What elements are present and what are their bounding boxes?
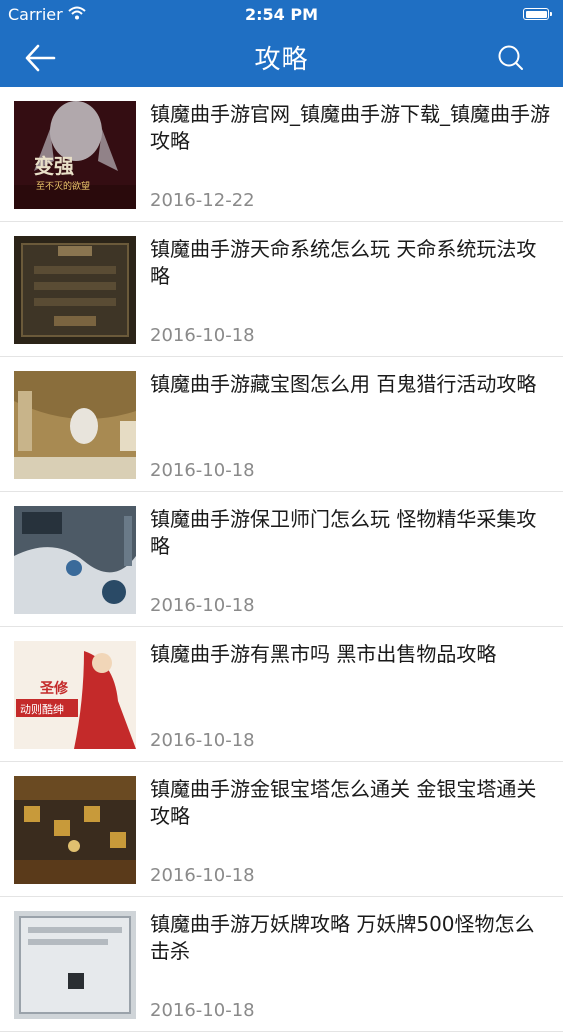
article-list: 变强 至不灭的欲望 镇魔曲手游官网_镇魔曲手游下载_镇魔曲手游攻略 2016-1…: [0, 87, 563, 1032]
article-thumbnail: [14, 776, 136, 884]
battery-icon: [523, 8, 552, 20]
app-header: Carrier 2:54 PM 攻略: [0, 0, 563, 87]
article-date: 2016-10-18: [150, 460, 255, 481]
article-thumbnail: 变强 至不灭的欲望: [14, 101, 136, 209]
article-item[interactable]: 镇魔曲手游万妖牌攻略 万妖牌500怪物怎么击杀 2016-10-18: [0, 897, 563, 1032]
article-thumbnail: [14, 506, 136, 614]
article-date: 2016-10-18: [150, 595, 255, 616]
article-title: 镇魔曲手游万妖牌攻略 万妖牌500怪物怎么击杀: [150, 912, 535, 963]
article-title: 镇魔曲手游有黑市吗 黑市出售物品攻略: [150, 642, 497, 666]
article-date: 2016-10-18: [150, 325, 255, 346]
article-date: 2016-10-18: [150, 865, 255, 886]
article-item[interactable]: 镇魔曲手游天命系统怎么玩 天命系统玩法攻略 2016-10-18: [0, 222, 563, 357]
article-title: 镇魔曲手游金银宝塔怎么通关 金银宝塔通关攻略: [150, 777, 537, 828]
article-thumbnail: [14, 911, 136, 1019]
search-button[interactable]: [491, 38, 531, 78]
article-item[interactable]: 镇魔曲手游保卫师门怎么玩 怪物精华采集攻略 2016-10-18: [0, 492, 563, 627]
article-title: 镇魔曲手游保卫师门怎么玩 怪物精华采集攻略: [150, 507, 537, 558]
thumb-subtitle-text: 至不灭的欲望: [36, 180, 90, 192]
article-item[interactable]: 圣修 动则酷绅 镇魔曲手游有黑市吗 黑市出售物品攻略 2016-10-18: [0, 627, 563, 762]
article-date: 2016-10-18: [150, 1000, 255, 1021]
article-title: 镇魔曲手游官网_镇魔曲手游下载_镇魔曲手游攻略: [150, 102, 550, 153]
nav-bar: 攻略: [0, 30, 563, 87]
article-thumbnail: [14, 371, 136, 479]
thumb-title-text: 圣修: [39, 680, 69, 697]
article-item[interactable]: 变强 至不灭的欲望 镇魔曲手游官网_镇魔曲手游下载_镇魔曲手游攻略 2016-1…: [0, 87, 563, 222]
search-icon: [498, 45, 523, 70]
thumb-title-text: 变强: [34, 154, 74, 178]
article-thumbnail: [14, 236, 136, 344]
status-time: 2:54 PM: [244, 5, 318, 24]
status-bar: Carrier 2:54 PM: [0, 0, 563, 30]
page-title: 攻略: [254, 45, 309, 75]
article-item[interactable]: 镇魔曲手游藏宝图怎么用 百鬼猎行活动攻略 2016-10-18: [0, 357, 563, 492]
article-date: 2016-10-18: [150, 730, 255, 751]
thumb-subtitle-text: 动则酷绅: [20, 703, 64, 716]
article-item[interactable]: 镇魔曲手游金银宝塔怎么通关 金银宝塔通关攻略 2016-10-18: [0, 762, 563, 897]
article-title: 镇魔曲手游天命系统怎么玩 天命系统玩法攻略: [150, 237, 537, 288]
article-title: 镇魔曲手游藏宝图怎么用 百鬼猎行活动攻略: [150, 372, 537, 396]
article-date: 2016-12-22: [150, 190, 255, 211]
article-thumbnail: 圣修 动则酷绅: [14, 641, 136, 749]
